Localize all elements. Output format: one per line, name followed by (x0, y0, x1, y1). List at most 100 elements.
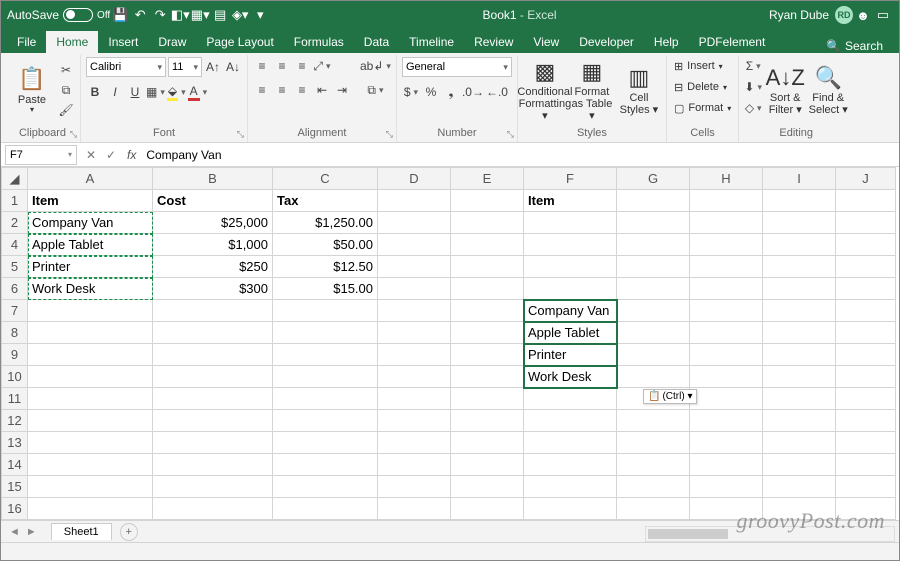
paste-button[interactable]: 📋 Paste ▾ (10, 57, 54, 123)
cell[interactable] (273, 476, 378, 498)
align-top-button[interactable]: ≡ (253, 57, 271, 75)
account-area[interactable]: Ryan Dube RD (769, 6, 853, 24)
cell[interactable] (690, 432, 763, 454)
qat-more-icon[interactable]: ▾ (250, 5, 270, 25)
cell[interactable] (153, 322, 273, 344)
cell[interactable] (763, 190, 836, 212)
cell[interactable] (617, 476, 690, 498)
col-header[interactable]: B (153, 168, 273, 190)
percent-button[interactable]: % (422, 83, 440, 101)
cell[interactable] (836, 454, 896, 476)
align-left-button[interactable]: ≡ (253, 81, 271, 99)
delete-cells-button[interactable]: ⊟Delete▾ (672, 78, 729, 96)
cell[interactable] (763, 366, 836, 388)
increase-font-button[interactable]: A↑ (204, 58, 222, 76)
cell[interactable] (524, 234, 617, 256)
sheet-tab[interactable]: Sheet1 (51, 523, 112, 540)
cell[interactable] (524, 212, 617, 234)
col-header[interactable]: C (273, 168, 378, 190)
cell[interactable] (524, 278, 617, 300)
cell[interactable] (451, 366, 524, 388)
qat-icon[interactable]: ▤ (210, 5, 230, 25)
cell[interactable] (763, 454, 836, 476)
cell[interactable] (690, 256, 763, 278)
cell[interactable]: $50.00 (273, 234, 378, 256)
increase-indent-button[interactable]: ⇥ (333, 81, 351, 99)
cell[interactable]: Work Desk (524, 366, 617, 388)
cell[interactable] (690, 190, 763, 212)
row-header[interactable]: 1 (2, 190, 28, 212)
cell[interactable] (153, 300, 273, 322)
cell[interactable] (836, 190, 896, 212)
cell[interactable] (617, 498, 690, 520)
cell[interactable] (836, 344, 896, 366)
cell[interactable] (836, 300, 896, 322)
cell[interactable] (378, 344, 451, 366)
cell[interactable] (617, 212, 690, 234)
cell[interactable] (524, 498, 617, 520)
decrease-indent-button[interactable]: ⇤ (313, 81, 331, 99)
cell[interactable] (763, 322, 836, 344)
cell[interactable] (524, 432, 617, 454)
cancel-formula-button[interactable]: ✕ (81, 148, 101, 162)
font-color-button[interactable]: A (188, 83, 208, 101)
cell[interactable] (273, 300, 378, 322)
cell[interactable] (763, 278, 836, 300)
cell[interactable] (836, 410, 896, 432)
cell[interactable] (28, 476, 153, 498)
cell[interactable] (617, 234, 690, 256)
underline-button[interactable]: U (126, 83, 144, 101)
cell[interactable] (763, 212, 836, 234)
cell[interactable] (378, 190, 451, 212)
tab-help[interactable]: Help (644, 31, 689, 53)
wrap-text-button[interactable]: ab↲ (360, 57, 391, 75)
cell[interactable] (763, 344, 836, 366)
cell[interactable] (378, 234, 451, 256)
row-header[interactable]: 14 (2, 454, 28, 476)
cell[interactable] (153, 454, 273, 476)
col-header[interactable]: I (763, 168, 836, 190)
undo-icon[interactable]: ↶ (130, 5, 150, 25)
align-middle-button[interactable]: ≡ (273, 57, 291, 75)
cell[interactable] (451, 190, 524, 212)
cell-styles-button[interactable]: ▥Cell Styles ▾ (617, 57, 661, 123)
tab-formulas[interactable]: Formulas (284, 31, 354, 53)
cell[interactable] (451, 234, 524, 256)
cell[interactable] (690, 410, 763, 432)
cell[interactable] (28, 410, 153, 432)
tab-developer[interactable]: Developer (569, 31, 644, 53)
cell[interactable] (836, 432, 896, 454)
cell[interactable] (617, 256, 690, 278)
copy-button[interactable]: ⧉ (57, 81, 75, 99)
cell[interactable] (28, 498, 153, 520)
cell[interactable] (836, 322, 896, 344)
insert-cells-button[interactable]: ⊞Insert▾ (672, 57, 725, 75)
tab-pdfelement[interactable]: PDFelement (689, 31, 776, 53)
row-header[interactable]: 9 (2, 344, 28, 366)
cell[interactable] (617, 410, 690, 432)
cell[interactable] (763, 300, 836, 322)
cell[interactable] (836, 234, 896, 256)
cell[interactable] (690, 300, 763, 322)
cell[interactable] (451, 476, 524, 498)
qat-icon[interactable]: ◧▾ (170, 5, 190, 25)
cell[interactable]: $250 (153, 256, 273, 278)
cell[interactable]: $15.00 (273, 278, 378, 300)
cell[interactable] (524, 410, 617, 432)
cell[interactable] (28, 454, 153, 476)
cell[interactable] (28, 322, 153, 344)
ribbon-options-icon[interactable]: ▭ (873, 5, 893, 25)
cell[interactable]: Company Van (28, 212, 153, 234)
autosum-button[interactable]: Σ (744, 57, 762, 75)
cell[interactable]: Tax (273, 190, 378, 212)
cell[interactable] (378, 256, 451, 278)
redo-icon[interactable]: ↷ (150, 5, 170, 25)
cell[interactable]: Company Van (524, 300, 617, 322)
accept-formula-button[interactable]: ✓ (101, 148, 121, 162)
name-box[interactable]: F7▾ (5, 145, 77, 165)
tab-file[interactable]: File (7, 31, 46, 53)
cell[interactable] (690, 454, 763, 476)
cell[interactable] (378, 410, 451, 432)
cell[interactable] (617, 344, 690, 366)
cell[interactable] (690, 322, 763, 344)
